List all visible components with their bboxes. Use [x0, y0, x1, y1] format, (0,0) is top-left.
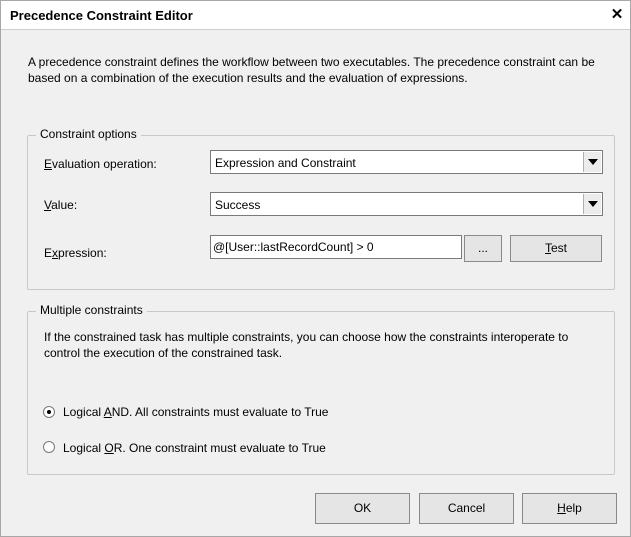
- cancel-button[interactable]: Cancel: [419, 493, 514, 524]
- evaluation-label-mnemonic: E: [44, 157, 53, 171]
- close-icon[interactable]: ✕: [610, 7, 624, 22]
- help-label: Help: [557, 501, 582, 515]
- chevron-down-icon[interactable]: [583, 194, 601, 214]
- logical-or-pre: Logical: [63, 441, 105, 455]
- ellipsis-label: ...: [477, 241, 488, 255]
- ok-label: OK: [353, 501, 372, 515]
- expression-input-box[interactable]: [210, 235, 462, 259]
- chevron-down-icon[interactable]: [583, 152, 601, 172]
- expression-label: Expression:: [44, 246, 107, 260]
- logical-and-label[interactable]: Logical AND. All constraints must evalua…: [63, 405, 328, 419]
- logical-and-mnemonic: A: [103, 405, 112, 419]
- evaluation-operation-label: Evaluation operation:: [44, 157, 157, 171]
- logical-or-radio[interactable]: [43, 441, 55, 453]
- precedence-constraint-editor-dialog: Precedence Constraint Editor ✕ A precede…: [0, 0, 631, 537]
- dialog-description: A precedence constraint defines the work…: [28, 55, 595, 85]
- help-label-mnemonic: H: [557, 501, 566, 515]
- expression-label-pre: E: [44, 246, 53, 260]
- multiple-constraints-legend: Multiple constraints: [36, 303, 147, 317]
- logical-or-label[interactable]: Logical OR. One constraint must evaluate…: [63, 441, 326, 455]
- multiple-constraints-description: If the constrained task has multiple con…: [44, 330, 569, 360]
- window-title: Precedence Constraint Editor: [10, 8, 193, 23]
- expression-input[interactable]: [213, 240, 453, 254]
- test-label: Test: [545, 241, 567, 255]
- value-select[interactable]: Success: [210, 192, 603, 216]
- expression-label-post: pression:: [58, 246, 107, 260]
- logical-or-post: R. One constraint must evaluate to True: [113, 441, 326, 455]
- evaluation-operation-select[interactable]: Expression and Constraint: [210, 150, 603, 174]
- value-label: Value:: [44, 198, 77, 212]
- logical-and-pre: Logical: [63, 405, 104, 419]
- help-label-text: elp: [565, 501, 582, 515]
- test-label-text: est: [550, 241, 567, 255]
- ok-button[interactable]: OK: [315, 493, 410, 524]
- evaluation-operation-value: Expression and Constraint: [215, 156, 356, 170]
- evaluation-label-text: valuation operation:: [52, 157, 157, 171]
- constraint-options-legend: Constraint options: [36, 127, 141, 141]
- help-button[interactable]: Help: [522, 493, 617, 524]
- value-label-text: alue:: [51, 198, 78, 212]
- value-select-value: Success: [215, 198, 261, 212]
- logical-and-post: ND. All constraints must evaluate to Tru…: [111, 405, 329, 419]
- logical-and-radio[interactable]: [43, 406, 55, 418]
- expression-builder-button[interactable]: ...: [464, 235, 502, 262]
- test-button[interactable]: Test: [510, 235, 602, 262]
- cancel-label: Cancel: [447, 501, 486, 515]
- logical-or-mnemonic: O: [104, 441, 114, 455]
- title-bar: Precedence Constraint Editor ✕: [1, 1, 630, 30]
